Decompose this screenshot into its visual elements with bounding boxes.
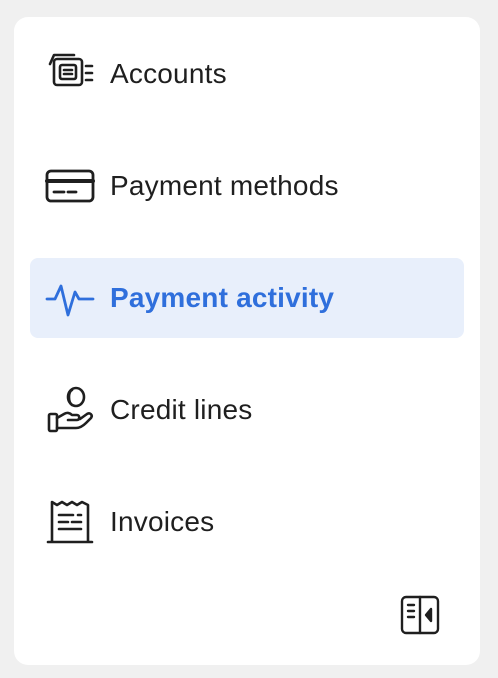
sidebar-panel: Accounts Payment methods Payment activit… bbox=[14, 17, 480, 665]
hand-coin-icon bbox=[46, 386, 94, 434]
sidebar-item-label: Payment methods bbox=[110, 170, 339, 201]
sidebar-nav: Accounts Payment methods Payment activit… bbox=[30, 34, 464, 594]
sidebar-item-payment-activity[interactable]: Payment activity bbox=[30, 258, 464, 338]
accounts-icon bbox=[46, 50, 94, 98]
sidebar-item-label: Accounts bbox=[110, 58, 227, 89]
sidebar-item-label: Payment activity bbox=[110, 282, 335, 313]
sidebar-item-label: Invoices bbox=[110, 506, 215, 537]
receipt-icon bbox=[46, 498, 94, 546]
sidebar-item-label: Credit lines bbox=[110, 394, 253, 425]
sidebar-item-accounts[interactable]: Accounts bbox=[30, 34, 464, 114]
credit-card-icon bbox=[45, 162, 95, 210]
activity-pulse-icon bbox=[45, 274, 95, 322]
collapse-sidebar-icon bbox=[400, 595, 440, 640]
collapse-sidebar-button[interactable] bbox=[398, 595, 442, 639]
sidebar-item-invoices[interactable]: Invoices bbox=[30, 482, 464, 562]
sidebar-item-credit-lines[interactable]: Credit lines bbox=[30, 370, 464, 450]
sidebar-item-payment-methods[interactable]: Payment methods bbox=[30, 146, 464, 226]
